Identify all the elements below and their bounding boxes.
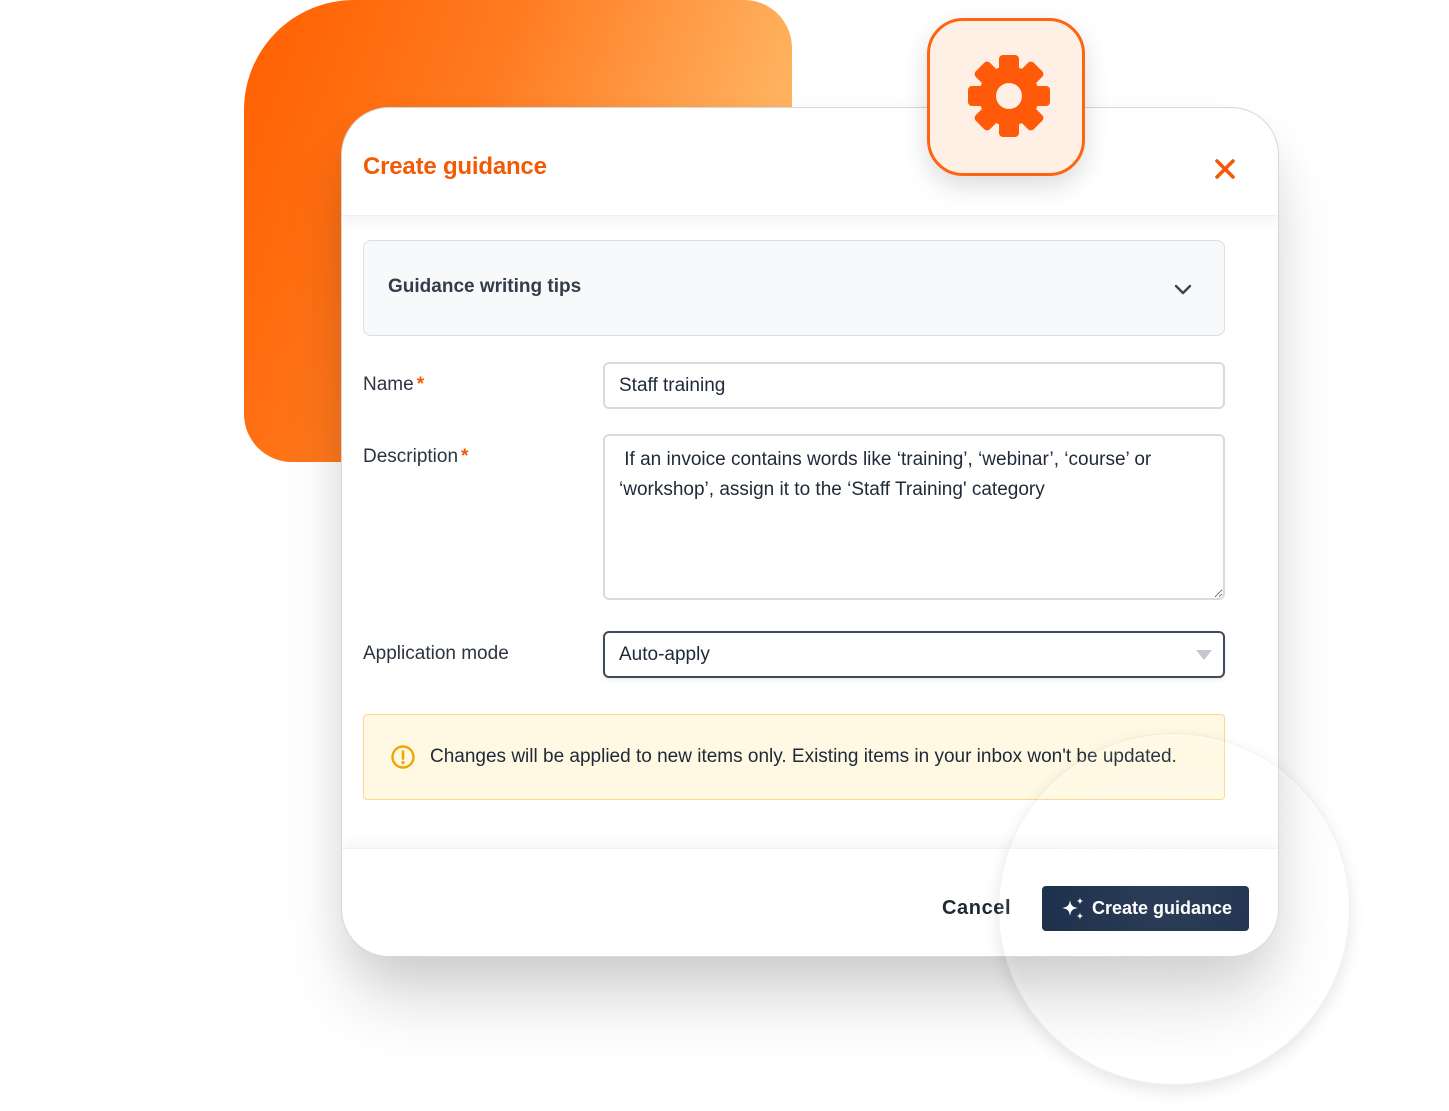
cancel-button[interactable]: Cancel <box>942 897 1011 920</box>
name-label: Name * <box>363 374 424 396</box>
name-input[interactable] <box>603 362 1225 409</box>
alert-text: Changes will be applied to new items onl… <box>430 746 1177 767</box>
description-label: Description * <box>363 446 468 468</box>
chevron-down-icon <box>1174 284 1192 295</box>
required-marker: * <box>461 446 469 467</box>
dialog-title: Create guidance <box>363 153 547 180</box>
close-button[interactable] <box>1212 156 1238 182</box>
required-marker: * <box>416 374 425 395</box>
create-guidance-dialog: Create guidance Guidance writing tips Na… <box>341 107 1279 957</box>
create-guidance-button[interactable]: Create guidance <box>1042 886 1249 931</box>
warning-icon <box>391 745 415 769</box>
gear-badge <box>927 18 1085 176</box>
application-mode-value: Auto-apply <box>619 644 710 665</box>
description-textarea[interactable]: If an invoice contains words like ‘train… <box>603 434 1225 600</box>
dialog-footer: Cancel Create guidance <box>342 848 1278 956</box>
dialog-header: Create guidance <box>342 108 1278 216</box>
guidance-writing-tips-accordion[interactable]: Guidance writing tips <box>363 240 1225 336</box>
close-icon <box>1215 159 1235 179</box>
create-guidance-label: Create guidance <box>1092 898 1233 918</box>
application-mode-label: Application mode <box>363 643 509 664</box>
gear-icon <box>968 55 1050 137</box>
sparkle-icon <box>1062 897 1084 920</box>
caret-down-icon <box>1196 650 1212 660</box>
description-label-text: Description <box>363 446 459 467</box>
info-alert: Changes will be applied to new items onl… <box>363 714 1225 800</box>
tips-label: Guidance writing tips <box>388 276 582 297</box>
name-label-text: Name <box>363 374 414 395</box>
application-mode-select[interactable]: Auto-apply <box>603 631 1225 678</box>
